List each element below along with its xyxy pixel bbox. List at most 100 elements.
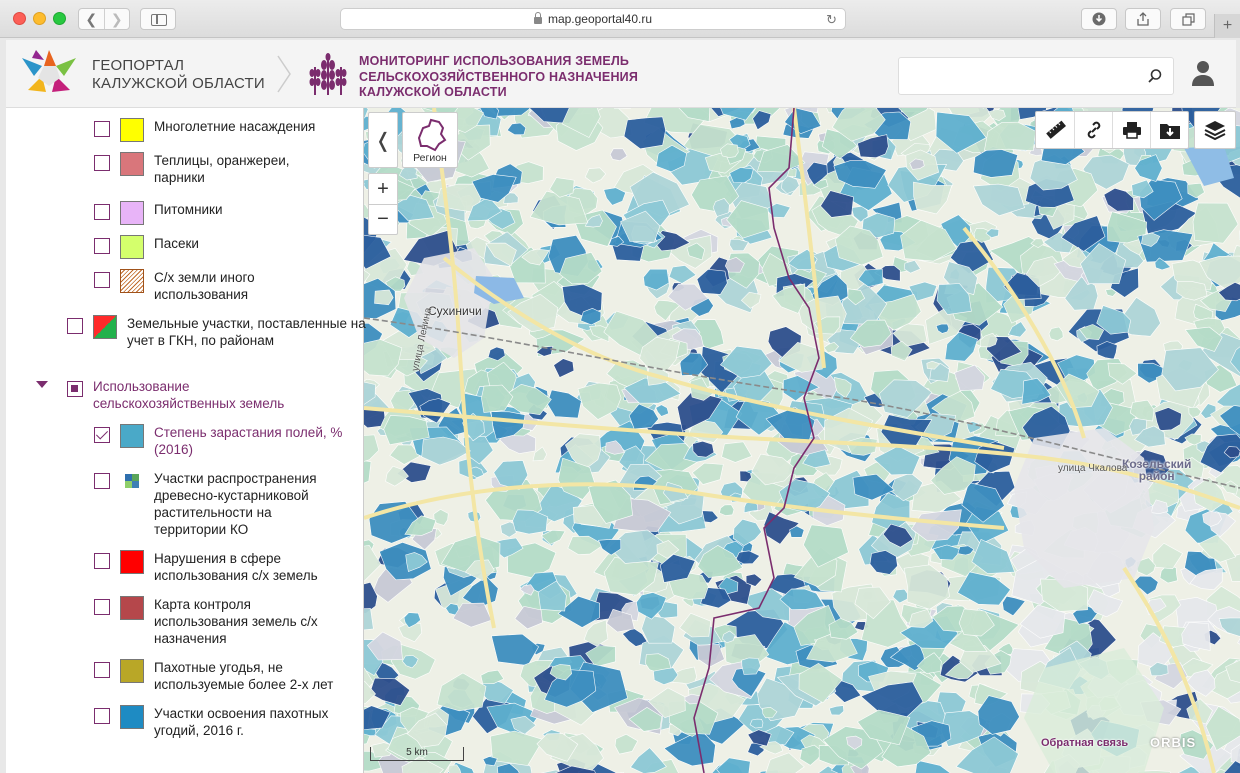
window-close-button[interactable]	[13, 12, 26, 25]
layer-checkbox[interactable]	[94, 121, 110, 137]
header-divider	[277, 55, 291, 93]
scale-bar: 5 km	[370, 747, 464, 761]
layer-checkbox[interactable]	[94, 427, 110, 443]
window-minimize-button[interactable]	[33, 12, 46, 25]
layer-checkbox[interactable]	[94, 238, 110, 254]
forward-button[interactable]: ❯	[103, 9, 130, 29]
legend-item[interactable]: Пасеки	[94, 235, 354, 259]
legend-label: Питомники	[154, 202, 223, 217]
zoom-out-button[interactable]: −	[369, 204, 397, 234]
legend-item[interactable]: Нарушения в сфере использования с/х земе…	[94, 550, 354, 584]
zoom-in-button[interactable]: +	[369, 174, 397, 204]
link-icon	[1087, 121, 1100, 139]
link-button[interactable]	[1074, 112, 1112, 148]
layer-checkbox[interactable]	[94, 204, 110, 220]
reload-icon[interactable]: ↻	[826, 12, 837, 28]
map-canvas[interactable]: Сухиничи Козельский район улица Ленина у…	[364, 108, 1240, 773]
legend-label: Карта контроля использования земель с/х …	[154, 597, 318, 646]
legend-group[interactable]: Использование сельскохозяйственных земел…	[67, 378, 313, 412]
legend-item[interactable]: Питомники	[94, 201, 354, 225]
legend-item[interactable]: Многолетние насаждения	[94, 118, 364, 142]
legend-item[interactable]: Участки распространения древесно-кустарн…	[94, 470, 344, 538]
layer-checkbox[interactable]	[94, 155, 110, 171]
share-button[interactable]	[1125, 8, 1161, 30]
layers-button[interactable]	[1194, 111, 1236, 149]
layer-checkbox[interactable]	[94, 599, 110, 615]
legend-swatch	[120, 201, 144, 225]
portal-name[interactable]: ГЕОПОРТАЛ КАЛУЖСКОЙ ОБЛАСТИ	[92, 57, 265, 93]
layer-checkbox[interactable]	[94, 662, 110, 678]
download-button[interactable]	[1150, 112, 1188, 148]
layer-checkbox[interactable]	[67, 318, 83, 334]
new-tab-button[interactable]: +	[1214, 14, 1240, 38]
back-button[interactable]: ❮	[79, 9, 104, 29]
download-icon	[1159, 124, 1180, 139]
geoportal-logo[interactable]	[14, 46, 84, 102]
window-maximize-button[interactable]	[53, 12, 66, 25]
measure-button[interactable]	[1036, 112, 1074, 148]
legend-label: Участки освоения пахотных угодий, 2016 г…	[154, 706, 329, 738]
street-label: улица Чкалова	[1058, 463, 1128, 474]
download-icon	[1092, 12, 1106, 26]
region-button[interactable]: Регион	[402, 112, 458, 168]
district-label-line2: район	[1138, 469, 1175, 483]
legend-label: Использование сельскохозяйственных земел…	[93, 379, 285, 411]
layers-icon	[1204, 121, 1226, 141]
project-title: МОНИТОРИНГ ИСПОЛЬЗОВАНИЯ ЗЕМЕЛЬ СЕЛЬСКОХ…	[359, 54, 638, 101]
expand-triangle-icon[interactable]	[36, 381, 48, 388]
legend-swatch	[120, 235, 144, 259]
legend-swatch	[120, 596, 144, 620]
legend-swatch	[120, 705, 144, 729]
legend-item[interactable]: Пахотные угодья, не используемые более 2…	[94, 659, 364, 693]
user-icon[interactable]	[1192, 60, 1214, 86]
print-icon	[1122, 122, 1141, 139]
region-button-label: Регион	[413, 152, 447, 164]
legend-label: Теплицы, оранжереи, парники	[154, 153, 290, 185]
print-button[interactable]	[1112, 112, 1150, 148]
portal-name-line1: ГЕОПОРТАЛ	[92, 57, 185, 74]
collapse-panel-button[interactable]: ❬	[368, 112, 398, 168]
portal-header: ГЕОПОРТАЛ КАЛУЖСКОЙ ОБЛАСТИ МОНИТОРИНГ И…	[6, 40, 1236, 108]
search-box	[898, 57, 1174, 95]
map-layer	[364, 108, 1240, 773]
feedback-link[interactable]: Обратная связь	[1041, 737, 1128, 749]
layer-checkbox[interactable]	[94, 272, 110, 288]
legend-swatch	[120, 424, 144, 448]
layer-checkbox[interactable]	[67, 381, 83, 397]
legend-item[interactable]: Карта контроля использования земель с/х …	[94, 596, 344, 647]
downloads-button[interactable]	[1081, 8, 1117, 30]
project-title-line2: СЕЛЬСКОХОЗЯЙСТВЕННОГО НАЗНАЧЕНИЯ	[359, 69, 639, 84]
zoom-control: + −	[368, 173, 398, 235]
legend-item[interactable]: Земельные участки, поставленные на учет …	[67, 315, 367, 349]
map-toolbar	[1035, 111, 1189, 149]
legend-label: Пахотные угодья, не используемые более 2…	[154, 660, 334, 692]
region-outline-icon	[417, 118, 447, 152]
legend-item[interactable]: С/х земли иного использования	[94, 269, 304, 303]
search-icon[interactable]	[1147, 68, 1163, 84]
layer-checkbox[interactable]	[94, 708, 110, 724]
sidebar-toggle-button[interactable]	[140, 8, 176, 30]
history-nav: ❮ ❯	[78, 8, 130, 30]
legend-swatch	[125, 474, 139, 488]
legend-label: Участки распространения древесно-кустарн…	[154, 471, 317, 537]
share-icon	[1137, 12, 1149, 26]
legend-item[interactable]: Участки освоения пахотных угодий, 2016 г…	[94, 705, 354, 739]
legend-label: Степень зарастания полей, % (2016)	[154, 425, 343, 457]
address-bar[interactable]: map.geoportal40.ru ↻	[340, 8, 846, 30]
city-label: Сухиничи	[428, 304, 482, 318]
tabs-button[interactable]	[1170, 8, 1206, 30]
layer-checkbox[interactable]	[94, 553, 110, 569]
legend-swatch	[120, 550, 144, 574]
legend-item[interactable]: Теплицы, оранжереи, парники	[94, 152, 334, 186]
lock-icon	[533, 11, 542, 24]
legend-swatch	[120, 152, 144, 176]
project-title-line3: КАЛУЖСКОЙ ОБЛАСТИ	[359, 85, 507, 99]
layer-checkbox[interactable]	[94, 473, 110, 489]
legend-item[interactable]: Степень зарастания полей, % (2016)	[94, 424, 364, 458]
url-text: map.geoportal40.ru	[547, 12, 653, 26]
district-label: Козельский район	[1122, 458, 1191, 482]
legend-swatch	[120, 118, 144, 142]
legend-label: Нарушения в сфере использования с/х земе…	[154, 551, 318, 583]
search-input[interactable]	[899, 58, 1129, 94]
legend-swatch	[120, 269, 144, 293]
